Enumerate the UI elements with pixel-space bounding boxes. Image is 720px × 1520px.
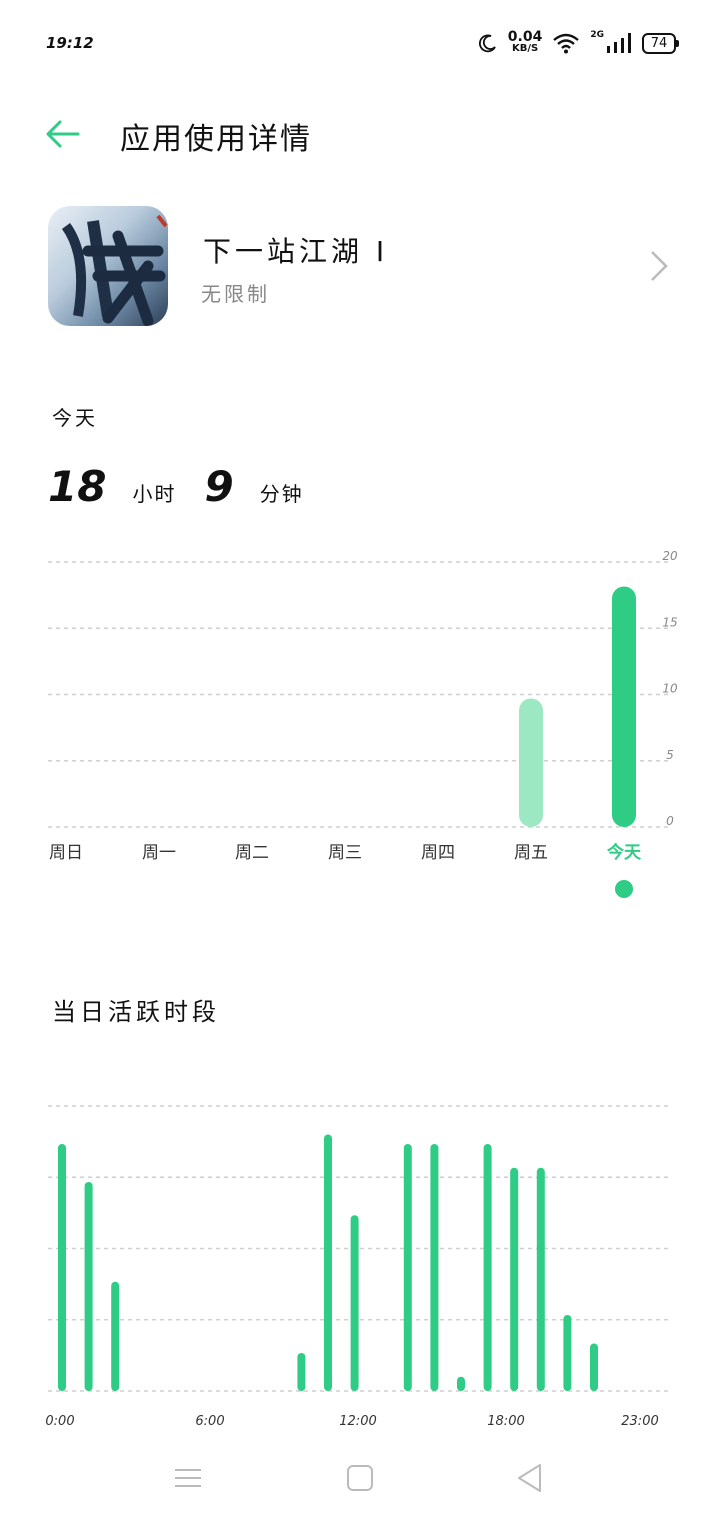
day-label: 周二 xyxy=(235,843,269,863)
app-icon xyxy=(48,206,168,326)
hour-bar xyxy=(563,1315,572,1391)
usage-hours: 18 xyxy=(48,462,107,511)
app-limit-status: 无限制 xyxy=(201,282,270,306)
y-tick-label: 5 xyxy=(666,748,674,762)
day-label: 周日 xyxy=(49,843,83,863)
weekly-usage-chart: 20 15 10 5 0 周日 周一 周二 周三 周四 周五 今天 xyxy=(48,549,678,898)
hour-bar xyxy=(111,1281,120,1391)
x-tick-label: 0:00 xyxy=(45,1414,74,1429)
hour-bar xyxy=(590,1343,598,1391)
status-time: 19:12 xyxy=(46,34,94,52)
back-arrow-icon[interactable] xyxy=(40,112,84,156)
usage-minutes: 9 xyxy=(204,462,234,511)
day-label: 今天 xyxy=(607,842,642,863)
x-tick-label: 23:00 xyxy=(621,1414,658,1429)
day-label: 周一 xyxy=(142,843,176,863)
wifi-icon xyxy=(553,33,580,54)
y-tick-label: 15 xyxy=(662,615,677,629)
network-type: 2G xyxy=(590,30,604,40)
hours-unit: 小时 xyxy=(132,482,177,506)
app-info-row[interactable]: 下一站江湖 I 无限制 xyxy=(0,196,720,336)
y-tick-label: 20 xyxy=(662,549,678,563)
home-square-icon[interactable] xyxy=(340,1458,380,1498)
moon-icon xyxy=(478,34,496,53)
status-icons: 0.04 KB/S 2G 74 xyxy=(478,28,679,58)
minutes-unit: 分钟 xyxy=(259,482,304,506)
hour-bar xyxy=(430,1144,439,1391)
selected-day-indicator xyxy=(615,880,633,898)
hour-bar xyxy=(84,1182,93,1391)
hour-bar xyxy=(403,1144,412,1391)
app-name: 下一站江湖 I xyxy=(203,235,389,268)
network-speed-value: 0.04 xyxy=(507,29,543,45)
network-speed-unit: KB/S xyxy=(511,43,539,54)
x-tick-label: 18:00 xyxy=(487,1414,524,1429)
hourly-activity-chart: 0:00 6:00 12:00 18:00 23:00 xyxy=(45,1105,670,1429)
hour-bar xyxy=(510,1167,519,1391)
weekly-bar xyxy=(612,586,636,827)
back-triangle-icon[interactable] xyxy=(510,1458,550,1498)
day-label: 周三 xyxy=(328,843,362,863)
navigation-bar xyxy=(0,1440,720,1510)
day-label: 周四 xyxy=(421,843,455,863)
hour-bar xyxy=(324,1134,332,1391)
hour-bar xyxy=(350,1215,359,1391)
hour-bar xyxy=(536,1167,545,1391)
y-tick-label: 10 xyxy=(662,682,678,696)
weekly-bar xyxy=(519,698,543,827)
x-tick-label: 12:00 xyxy=(339,1414,376,1429)
hour-bar xyxy=(58,1144,66,1391)
battery-icon: 74 xyxy=(642,32,679,54)
hour-bar xyxy=(457,1376,465,1391)
today-label: 今天 xyxy=(52,406,98,430)
network-speed: 0.04 KB/S xyxy=(507,29,543,54)
x-tick-label: 6:00 xyxy=(195,1414,224,1429)
active-periods-title: 当日活跃时段 xyxy=(52,998,220,1026)
hour-bar xyxy=(297,1353,306,1391)
y-tick-label: 0 xyxy=(666,814,674,828)
page-title: 应用使用详情 xyxy=(120,122,312,157)
chevron-right-icon xyxy=(651,251,668,281)
signal-icon xyxy=(607,33,631,53)
menu-icon[interactable] xyxy=(168,1458,208,1498)
day-label: 周五 xyxy=(514,843,548,863)
total-usage-time: 18 小时 9 分钟 xyxy=(48,462,332,511)
hour-bar xyxy=(483,1144,492,1391)
